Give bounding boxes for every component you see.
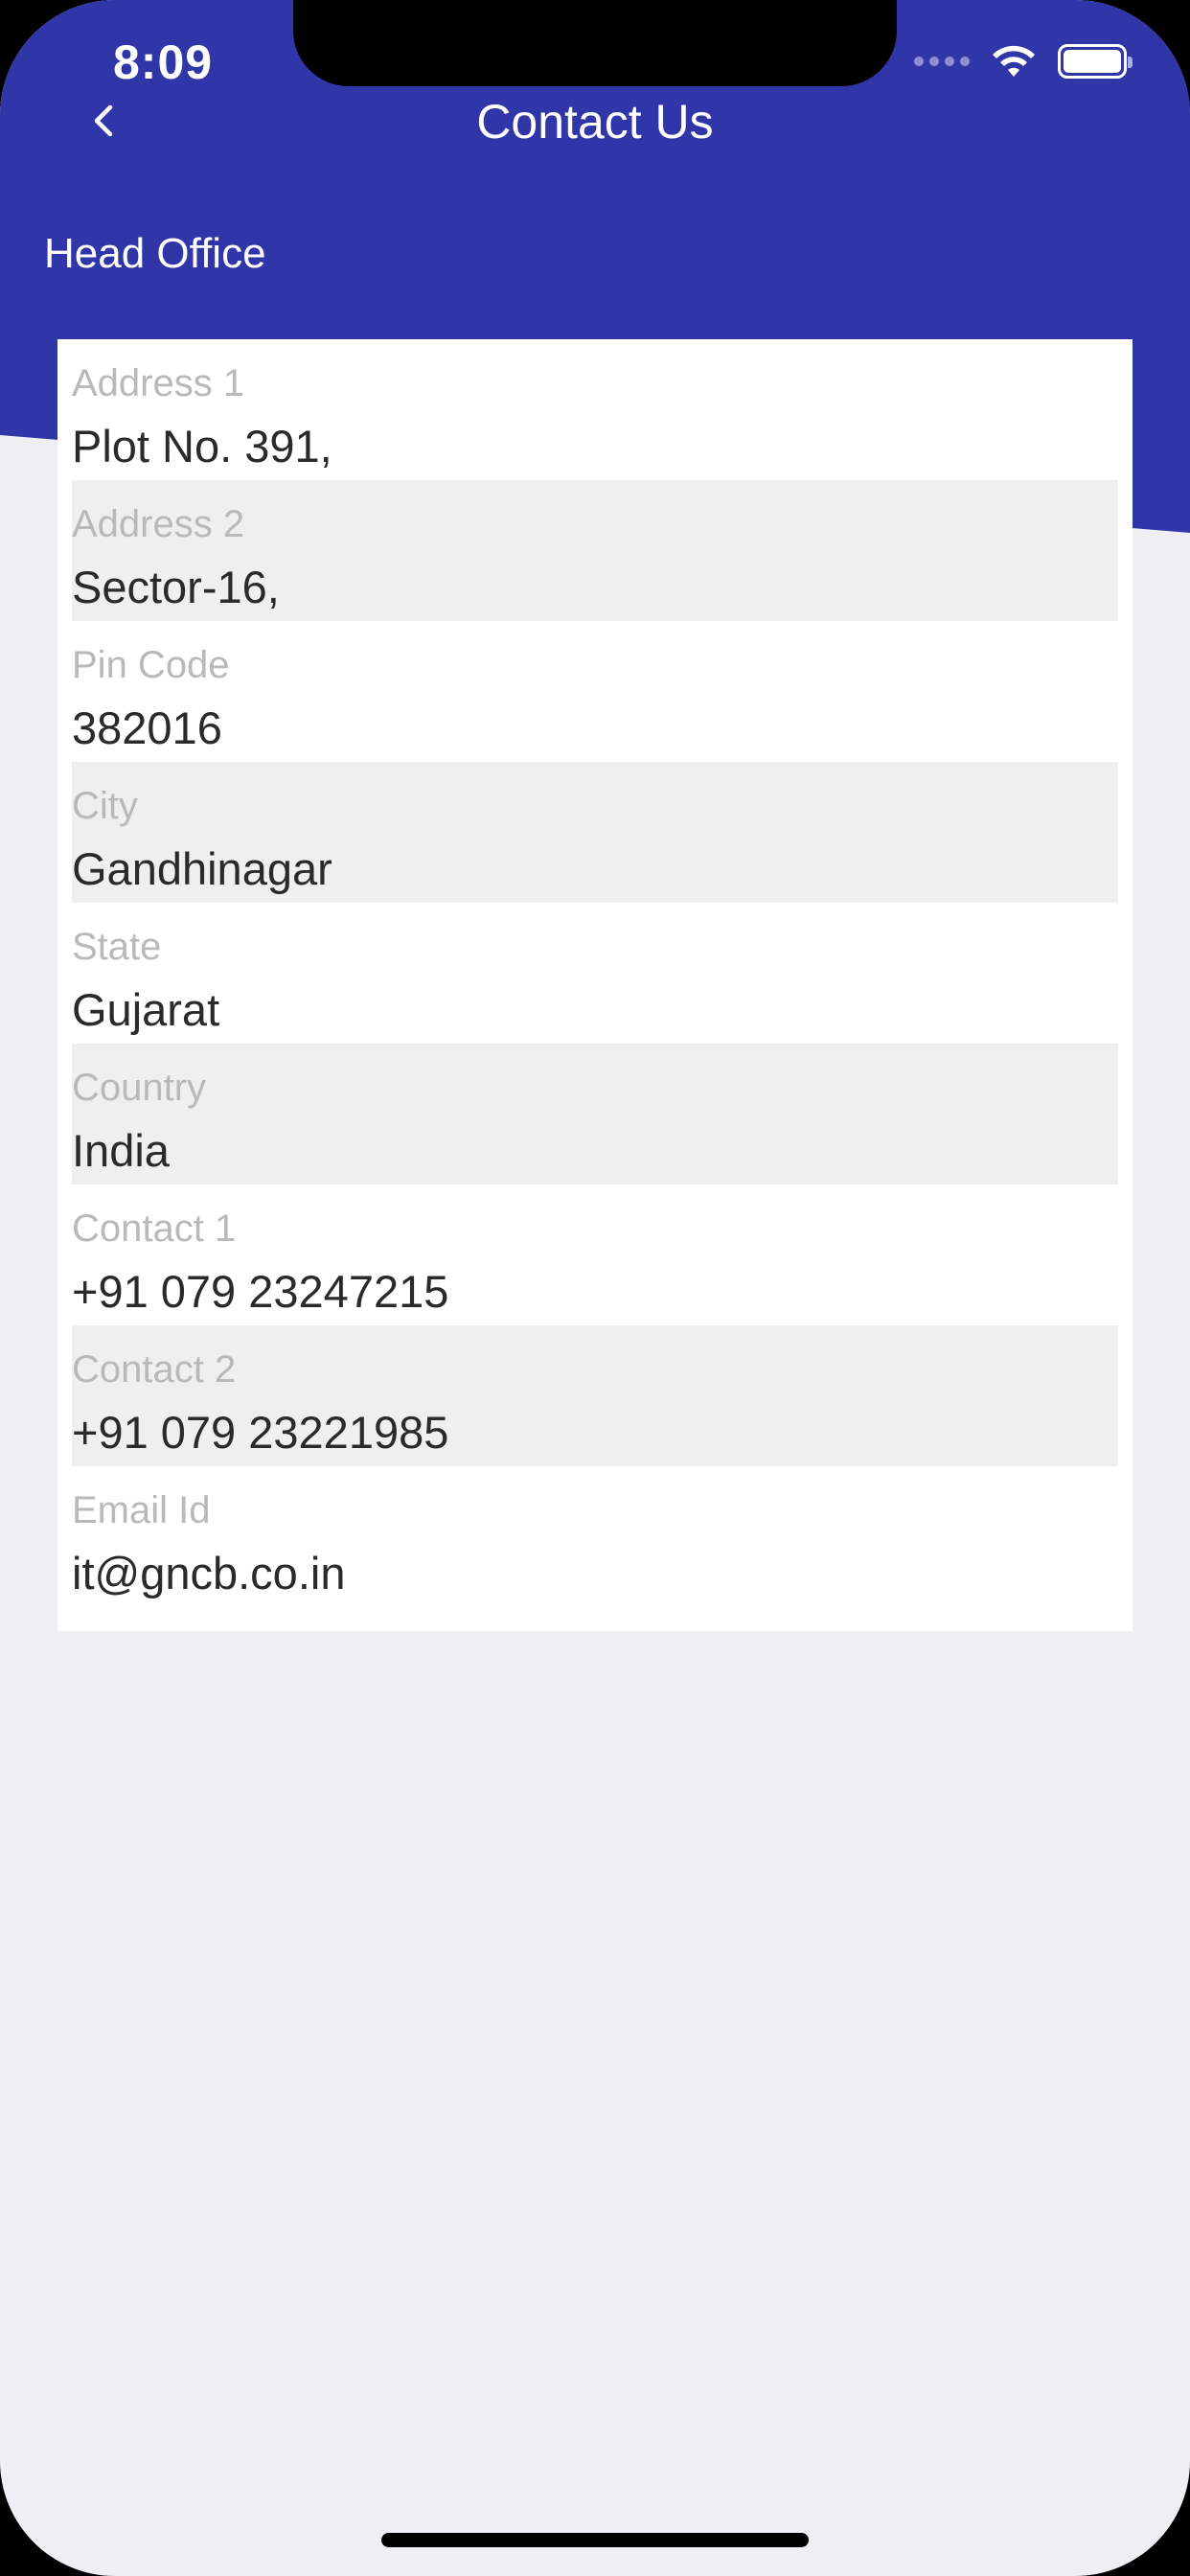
field-state: State Gujarat	[72, 903, 1118, 1044]
page-title: Contact Us	[476, 95, 714, 149]
field-city: City Gandhinagar	[72, 762, 1118, 903]
field-label: Contact 2	[72, 1348, 237, 1391]
email-link[interactable]: it@gncb.co.in	[72, 1547, 345, 1599]
field-value: Plot No. 391,	[72, 421, 332, 472]
field-country: Country India	[72, 1044, 1118, 1184]
field-address-2: Address 2 Sector-16,	[72, 480, 1118, 621]
field-label: Address 1	[72, 362, 245, 404]
field-label: Pin Code	[72, 644, 230, 686]
field-value: Gujarat	[72, 984, 220, 1035]
contact-details-card: Address 1 Plot No. 391, Address 2 Sector…	[57, 339, 1133, 1631]
status-icons	[914, 44, 1133, 79]
field-contact-1[interactable]: Contact 1 +91 079 23247215	[72, 1184, 1118, 1325]
field-label: City	[72, 785, 138, 827]
field-pin-code: Pin Code 382016	[72, 621, 1118, 762]
status-time: 8:09	[113, 35, 214, 89]
battery-icon	[1058, 44, 1133, 79]
signal-icon	[914, 57, 970, 66]
field-label: State	[72, 926, 162, 968]
section-title: Head Office	[44, 230, 266, 277]
field-label: Address 2	[72, 503, 245, 545]
device-notch	[293, 0, 897, 86]
field-label: Country	[72, 1067, 207, 1109]
app-screen: 8:09 Contact Us Head Office Address 1 Pl…	[0, 0, 1190, 2576]
wifi-icon	[993, 45, 1035, 77]
field-value: Gandhinagar	[72, 843, 332, 894]
field-contact-2[interactable]: Contact 2 +91 079 23221985	[72, 1325, 1118, 1466]
field-email[interactable]: Email Id it@gncb.co.in	[72, 1466, 1118, 1607]
field-label: Email Id	[72, 1489, 211, 1531]
field-value: India	[72, 1125, 170, 1176]
field-value: 382016	[72, 702, 222, 753]
field-address-1: Address 1 Plot No. 391,	[72, 339, 1118, 480]
home-indicator[interactable]	[381, 2533, 809, 2547]
field-value: Sector-16,	[72, 562, 280, 612]
field-label: Contact 1	[72, 1208, 237, 1250]
phone-link[interactable]: +91 079 23247215	[72, 1265, 448, 1318]
phone-link[interactable]: +91 079 23221985	[72, 1406, 448, 1459]
